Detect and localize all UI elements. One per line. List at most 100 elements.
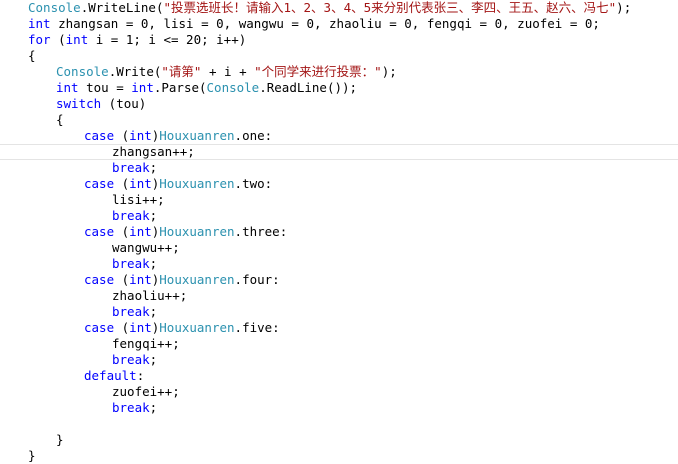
code-line[interactable]: [0, 416, 678, 432]
code-text: fengqi++;: [112, 336, 180, 352]
code-token: zhangsan++;: [112, 144, 195, 159]
keyword-token: case: [84, 272, 115, 287]
code-line[interactable]: default:: [0, 368, 678, 384]
string-token: "个同学来进行投票：": [254, 64, 382, 79]
code-token: .one:: [234, 128, 273, 143]
keyword-token: case: [84, 128, 115, 143]
code-text: default:: [84, 368, 144, 384]
code-text: {: [28, 48, 36, 64]
code-line[interactable]: {: [0, 112, 678, 128]
code-token: tou =: [78, 80, 132, 95]
code-line[interactable]: zhaoliu++;: [0, 288, 678, 304]
keyword-token: case: [84, 176, 115, 191]
code-token: i = 1; i <= 20; i++): [88, 32, 247, 47]
code-line[interactable]: break;: [0, 256, 678, 272]
code-text: break;: [112, 160, 157, 176]
code-text: switch (tou): [56, 96, 146, 112]
code-text: wangwu++;: [112, 240, 180, 256]
code-text: lisi++;: [112, 192, 165, 208]
code-token: .Write(: [108, 64, 162, 79]
code-text: case (int)Houxuanren.two:: [84, 176, 272, 192]
code-line[interactable]: {: [0, 48, 678, 64]
code-line[interactable]: zuofei++;: [0, 384, 678, 400]
keyword-token: case: [84, 224, 115, 239]
code-token: {: [56, 112, 64, 127]
code-token: .WriteLine(: [80, 0, 164, 15]
keyword-token: int: [129, 224, 152, 239]
code-line[interactable]: case (int)Houxuanren.five:: [0, 320, 678, 336]
code-token: (: [50, 32, 66, 47]
code-line[interactable]: }: [0, 432, 678, 448]
code-token: .three:: [234, 224, 288, 239]
code-token: + i +: [201, 64, 255, 79]
code-token: fengqi++;: [112, 336, 180, 351]
code-token: zhangsan = 0, lisi = 0, wangwu = 0, zhao…: [50, 16, 600, 31]
code-token: .Parse(: [153, 80, 207, 95]
code-token: (: [114, 176, 130, 191]
code-line[interactable]: case (int)Houxuanren.two:: [0, 176, 678, 192]
code-token: );: [616, 0, 632, 15]
code-token: (tou): [101, 96, 147, 111]
code-line[interactable]: lisi++;: [0, 192, 678, 208]
keyword-token: break: [112, 352, 150, 367]
keyword-token: int: [129, 320, 152, 335]
keyword-token: break: [112, 208, 150, 223]
code-token: :: [136, 368, 145, 383]
keyword-token: int: [56, 80, 79, 95]
code-line[interactable]: fengqi++;: [0, 336, 678, 352]
keyword-token: break: [112, 304, 150, 319]
code-text: case (int)Houxuanren.five:: [84, 320, 280, 336]
type-token: Houxuanren: [159, 224, 235, 239]
type-token: Houxuanren: [159, 176, 235, 191]
code-line-current[interactable]: zhangsan++;: [0, 144, 678, 160]
code-line[interactable]: wangwu++;: [0, 240, 678, 256]
code-token: );: [381, 64, 397, 79]
code-token: wangwu++;: [112, 240, 180, 255]
code-line[interactable]: Console.Write("请第" + i + "个同学来进行投票：");: [0, 64, 678, 80]
string-token: "投票选班长！请输入1、2、3、4、5来分别代表张三、李四、王五、赵六、冯七": [163, 0, 617, 15]
code-token: (: [114, 320, 130, 335]
code-token: .five:: [234, 320, 280, 335]
keyword-token: int: [129, 176, 152, 191]
code-line[interactable]: for (int i = 1; i <= 20; i++): [0, 32, 678, 48]
code-line[interactable]: switch (tou): [0, 96, 678, 112]
code-line[interactable]: case (int)Houxuanren.one:: [0, 128, 678, 144]
code-line[interactable]: break;: [0, 304, 678, 320]
type-token: Console: [28, 0, 81, 15]
code-token: (: [114, 128, 130, 143]
code-editor[interactable]: Console.WriteLine("投票选班长！请输入1、2、3、4、5来分别…: [0, 0, 678, 463]
code-line[interactable]: break;: [0, 160, 678, 176]
code-token: ;: [149, 304, 158, 319]
code-line[interactable]: break;: [0, 400, 678, 416]
type-token: Houxuanren: [159, 128, 235, 143]
code-token: .two:: [234, 176, 273, 191]
keyword-token: int: [129, 272, 152, 287]
code-line[interactable]: case (int)Houxuanren.three:: [0, 224, 678, 240]
code-text: break;: [112, 208, 157, 224]
keyword-token: int: [28, 16, 51, 31]
code-text: zhaoliu++;: [112, 288, 187, 304]
code-text: {: [56, 112, 64, 128]
code-token: ;: [149, 208, 158, 223]
keyword-token: int: [131, 80, 154, 95]
code-text: break;: [112, 400, 157, 416]
code-token: (: [114, 272, 130, 287]
type-token: Houxuanren: [159, 320, 235, 335]
code-token: {: [28, 48, 36, 63]
code-line[interactable]: break;: [0, 208, 678, 224]
code-line[interactable]: case (int)Houxuanren.four:: [0, 272, 678, 288]
keyword-token: for: [28, 32, 51, 47]
code-text: zuofei++;: [112, 384, 180, 400]
string-token: "请第": [161, 64, 202, 79]
code-line[interactable]: Console.WriteLine("投票选班长！请输入1、2、3、4、5来分别…: [0, 0, 678, 16]
code-token: (: [114, 224, 130, 239]
code-line[interactable]: int zhangsan = 0, lisi = 0, wangwu = 0, …: [0, 16, 678, 32]
type-token: Houxuanren: [159, 272, 235, 287]
code-token: lisi++;: [112, 192, 165, 207]
code-token: .four:: [234, 272, 280, 287]
code-line[interactable]: int tou = int.Parse(Console.ReadLine());: [0, 80, 678, 96]
code-text: int zhangsan = 0, lisi = 0, wangwu = 0, …: [28, 16, 600, 32]
keyword-token: break: [112, 400, 150, 415]
code-line[interactable]: break;: [0, 352, 678, 368]
keyword-token: int: [129, 128, 152, 143]
